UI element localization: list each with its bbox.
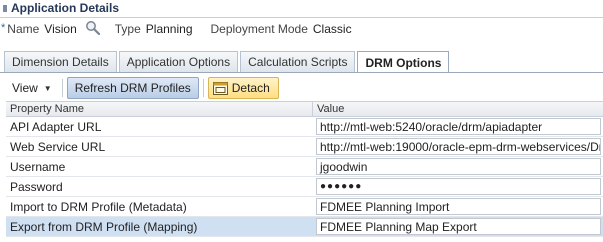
property-value-cell: http://mtl-web:5240/oracle/drm/apiadapte… [313, 117, 603, 136]
application-fields: * Name Vision Type Planning Deployment M… [1, 21, 352, 37]
property-name-cell: Password [10, 179, 63, 194]
toolbar: View ▼ Refresh DRM Profiles Detach [6, 76, 279, 100]
tab-calculation-scripts[interactable]: Calculation Scripts [240, 51, 356, 72]
drm-options-table: Property Name Value API Adapter URL http… [6, 101, 603, 237]
tab-divider [0, 72, 603, 73]
export-profile-input[interactable]: FDMEE Planning Map Export [316, 218, 601, 235]
property-name-cell: Import to DRM Profile (Metadata) [10, 199, 187, 214]
property-name-cell: Export from DRM Profile (Mapping) [10, 219, 198, 234]
web-service-url-input[interactable]: http://mtl-web:19000/oracle-epm-drm-webs… [316, 138, 601, 155]
deployment-mode-label: Deployment Mode [210, 22, 308, 36]
type-label: Type [114, 22, 141, 36]
table-row[interactable]: API Adapter URL http://mtl-web:5240/orac… [6, 117, 603, 137]
name-label: Name [7, 22, 40, 36]
property-value-cell: http://mtl-web:19000/oracle-epm-drm-webs… [313, 137, 603, 156]
column-header-value[interactable]: Value [313, 102, 603, 116]
table-row[interactable]: Password ●●●●●● [6, 177, 603, 197]
deployment-mode-value: Classic [312, 22, 352, 36]
tab-dimension-details[interactable]: Dimension Details [4, 51, 117, 72]
property-value-cell: FDMEE Planning Map Export [313, 217, 603, 236]
header-divider [0, 17, 603, 18]
table-row[interactable]: Import to DRM Profile (Metadata) FDMEE P… [6, 197, 603, 217]
property-name-cell: Username [10, 159, 66, 174]
property-value-cell: ●●●●●● [313, 177, 603, 196]
table-row-selected[interactable]: Export from DRM Profile (Mapping) FDMEE … [6, 217, 603, 237]
tab-drm-options[interactable]: DRM Options [357, 51, 450, 73]
refresh-drm-profiles-button[interactable]: Refresh DRM Profiles [66, 77, 199, 99]
tab-application-options[interactable]: Application Options [118, 51, 239, 72]
api-adapter-url-input[interactable]: http://mtl-web:5240/oracle/drm/apiadapte… [316, 118, 601, 135]
property-value-cell: jgoodwin [313, 157, 603, 176]
detach-label: Detach [231, 81, 270, 95]
chevron-down-icon: ▼ [43, 83, 52, 93]
view-menu-label: View [12, 81, 38, 95]
detach-icon [212, 81, 228, 95]
property-value-cell: FDMEE Planning Import [313, 197, 603, 216]
property-name-cell: API Adapter URL [10, 119, 102, 134]
password-input[interactable]: ●●●●●● [316, 178, 601, 195]
table-header: Property Name Value [6, 101, 603, 117]
section-bullet-icon [3, 4, 7, 12]
search-icon[interactable] [85, 20, 101, 36]
application-details-header: Application Details * Name Vision Type P… [0, 0, 603, 44]
view-menu-button[interactable]: View ▼ [6, 77, 58, 99]
detach-button[interactable]: Detach [207, 77, 279, 99]
header-title-row: Application Details [0, 0, 119, 16]
username-input[interactable]: jgoodwin [316, 158, 601, 175]
toolbar-separator [61, 79, 63, 97]
import-profile-input[interactable]: FDMEE Planning Import [316, 198, 601, 215]
tab-bar: Dimension Details Application Options Ca… [4, 51, 451, 73]
required-marker: * [1, 22, 6, 34]
table-row[interactable]: Web Service URL http://mtl-web:19000/ora… [6, 137, 603, 157]
property-name-cell: Web Service URL [10, 139, 106, 154]
table-row[interactable]: Username jgoodwin [6, 157, 603, 177]
name-value: Vision [44, 22, 77, 36]
type-value: Planning [145, 22, 193, 36]
column-header-property-name[interactable]: Property Name [6, 102, 313, 116]
page-title: Application Details [11, 1, 120, 15]
toolbar-separator [202, 79, 204, 97]
